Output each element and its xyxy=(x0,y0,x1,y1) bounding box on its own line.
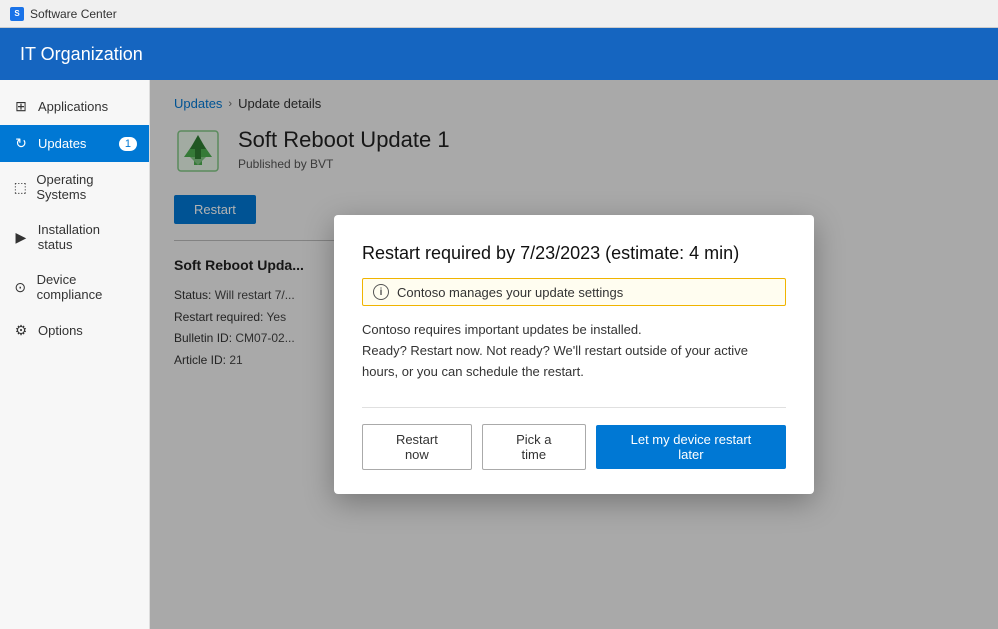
modal-body-line1: Contoso requires important updates be in… xyxy=(362,320,786,341)
modal-body: Contoso requires important updates be in… xyxy=(362,320,786,382)
modal-actions: Restart now Pick a time Let my device re… xyxy=(362,424,786,470)
info-icon: i xyxy=(373,284,389,300)
sidebar-item-operating-systems[interactable]: ⬚ Operating Systems xyxy=(0,162,149,212)
restart-modal: Restart required by 7/23/2023 (estimate:… xyxy=(334,215,814,493)
sidebar-item-updates-label: Updates xyxy=(38,136,86,151)
sidebar-item-updates[interactable]: ↻ Updates 1 xyxy=(0,125,149,162)
modal-divider xyxy=(362,407,786,408)
install-status-icon: ▶ xyxy=(12,229,30,246)
app-icon: S xyxy=(10,7,24,21)
sidebar-item-device-compliance[interactable]: ⊙ Device compliance xyxy=(0,262,149,312)
updates-badge: 1 xyxy=(119,137,137,151)
os-icon: ⬚ xyxy=(12,179,28,196)
main-layout: ⊞ Applications ↻ Updates 1 ⬚ Operating S… xyxy=(0,80,998,629)
modal-managed-notice: i Contoso manages your update settings xyxy=(362,278,786,306)
updates-icon: ↻ xyxy=(12,135,30,152)
sidebar-item-applications-label: Applications xyxy=(38,99,108,114)
compliance-icon: ⊙ xyxy=(12,279,29,296)
modal-overlay: Restart required by 7/23/2023 (estimate:… xyxy=(150,80,998,629)
title-bar: S Software Center xyxy=(0,0,998,28)
sidebar-item-applications[interactable]: ⊞ Applications xyxy=(0,88,149,125)
applications-icon: ⊞ xyxy=(12,98,30,115)
modal-title: Restart required by 7/23/2023 (estimate:… xyxy=(362,243,786,264)
sidebar-item-options-label: Options xyxy=(38,323,83,338)
sidebar-item-install-label: Installation status xyxy=(38,222,137,252)
app-header: IT Organization xyxy=(0,28,998,80)
modal-body-line2: Ready? Restart now. Not ready? We'll res… xyxy=(362,341,786,383)
restart-later-button[interactable]: Let my device restart later xyxy=(596,425,786,469)
sidebar-item-installation-status[interactable]: ▶ Installation status xyxy=(0,212,149,262)
title-bar-text: Software Center xyxy=(30,7,117,21)
restart-now-button[interactable]: Restart now xyxy=(362,424,472,470)
sidebar-item-options[interactable]: ⚙ Options xyxy=(0,312,149,349)
options-icon: ⚙ xyxy=(12,322,30,339)
sidebar: ⊞ Applications ↻ Updates 1 ⬚ Operating S… xyxy=(0,80,150,629)
pick-time-button[interactable]: Pick a time xyxy=(482,424,586,470)
sidebar-item-os-label: Operating Systems xyxy=(36,172,137,202)
sidebar-item-compliance-label: Device compliance xyxy=(37,272,137,302)
org-name: IT Organization xyxy=(20,44,143,65)
managed-notice-text: Contoso manages your update settings xyxy=(397,285,623,300)
content-area: Updates › Update details Soft Reboot Upd… xyxy=(150,80,998,629)
